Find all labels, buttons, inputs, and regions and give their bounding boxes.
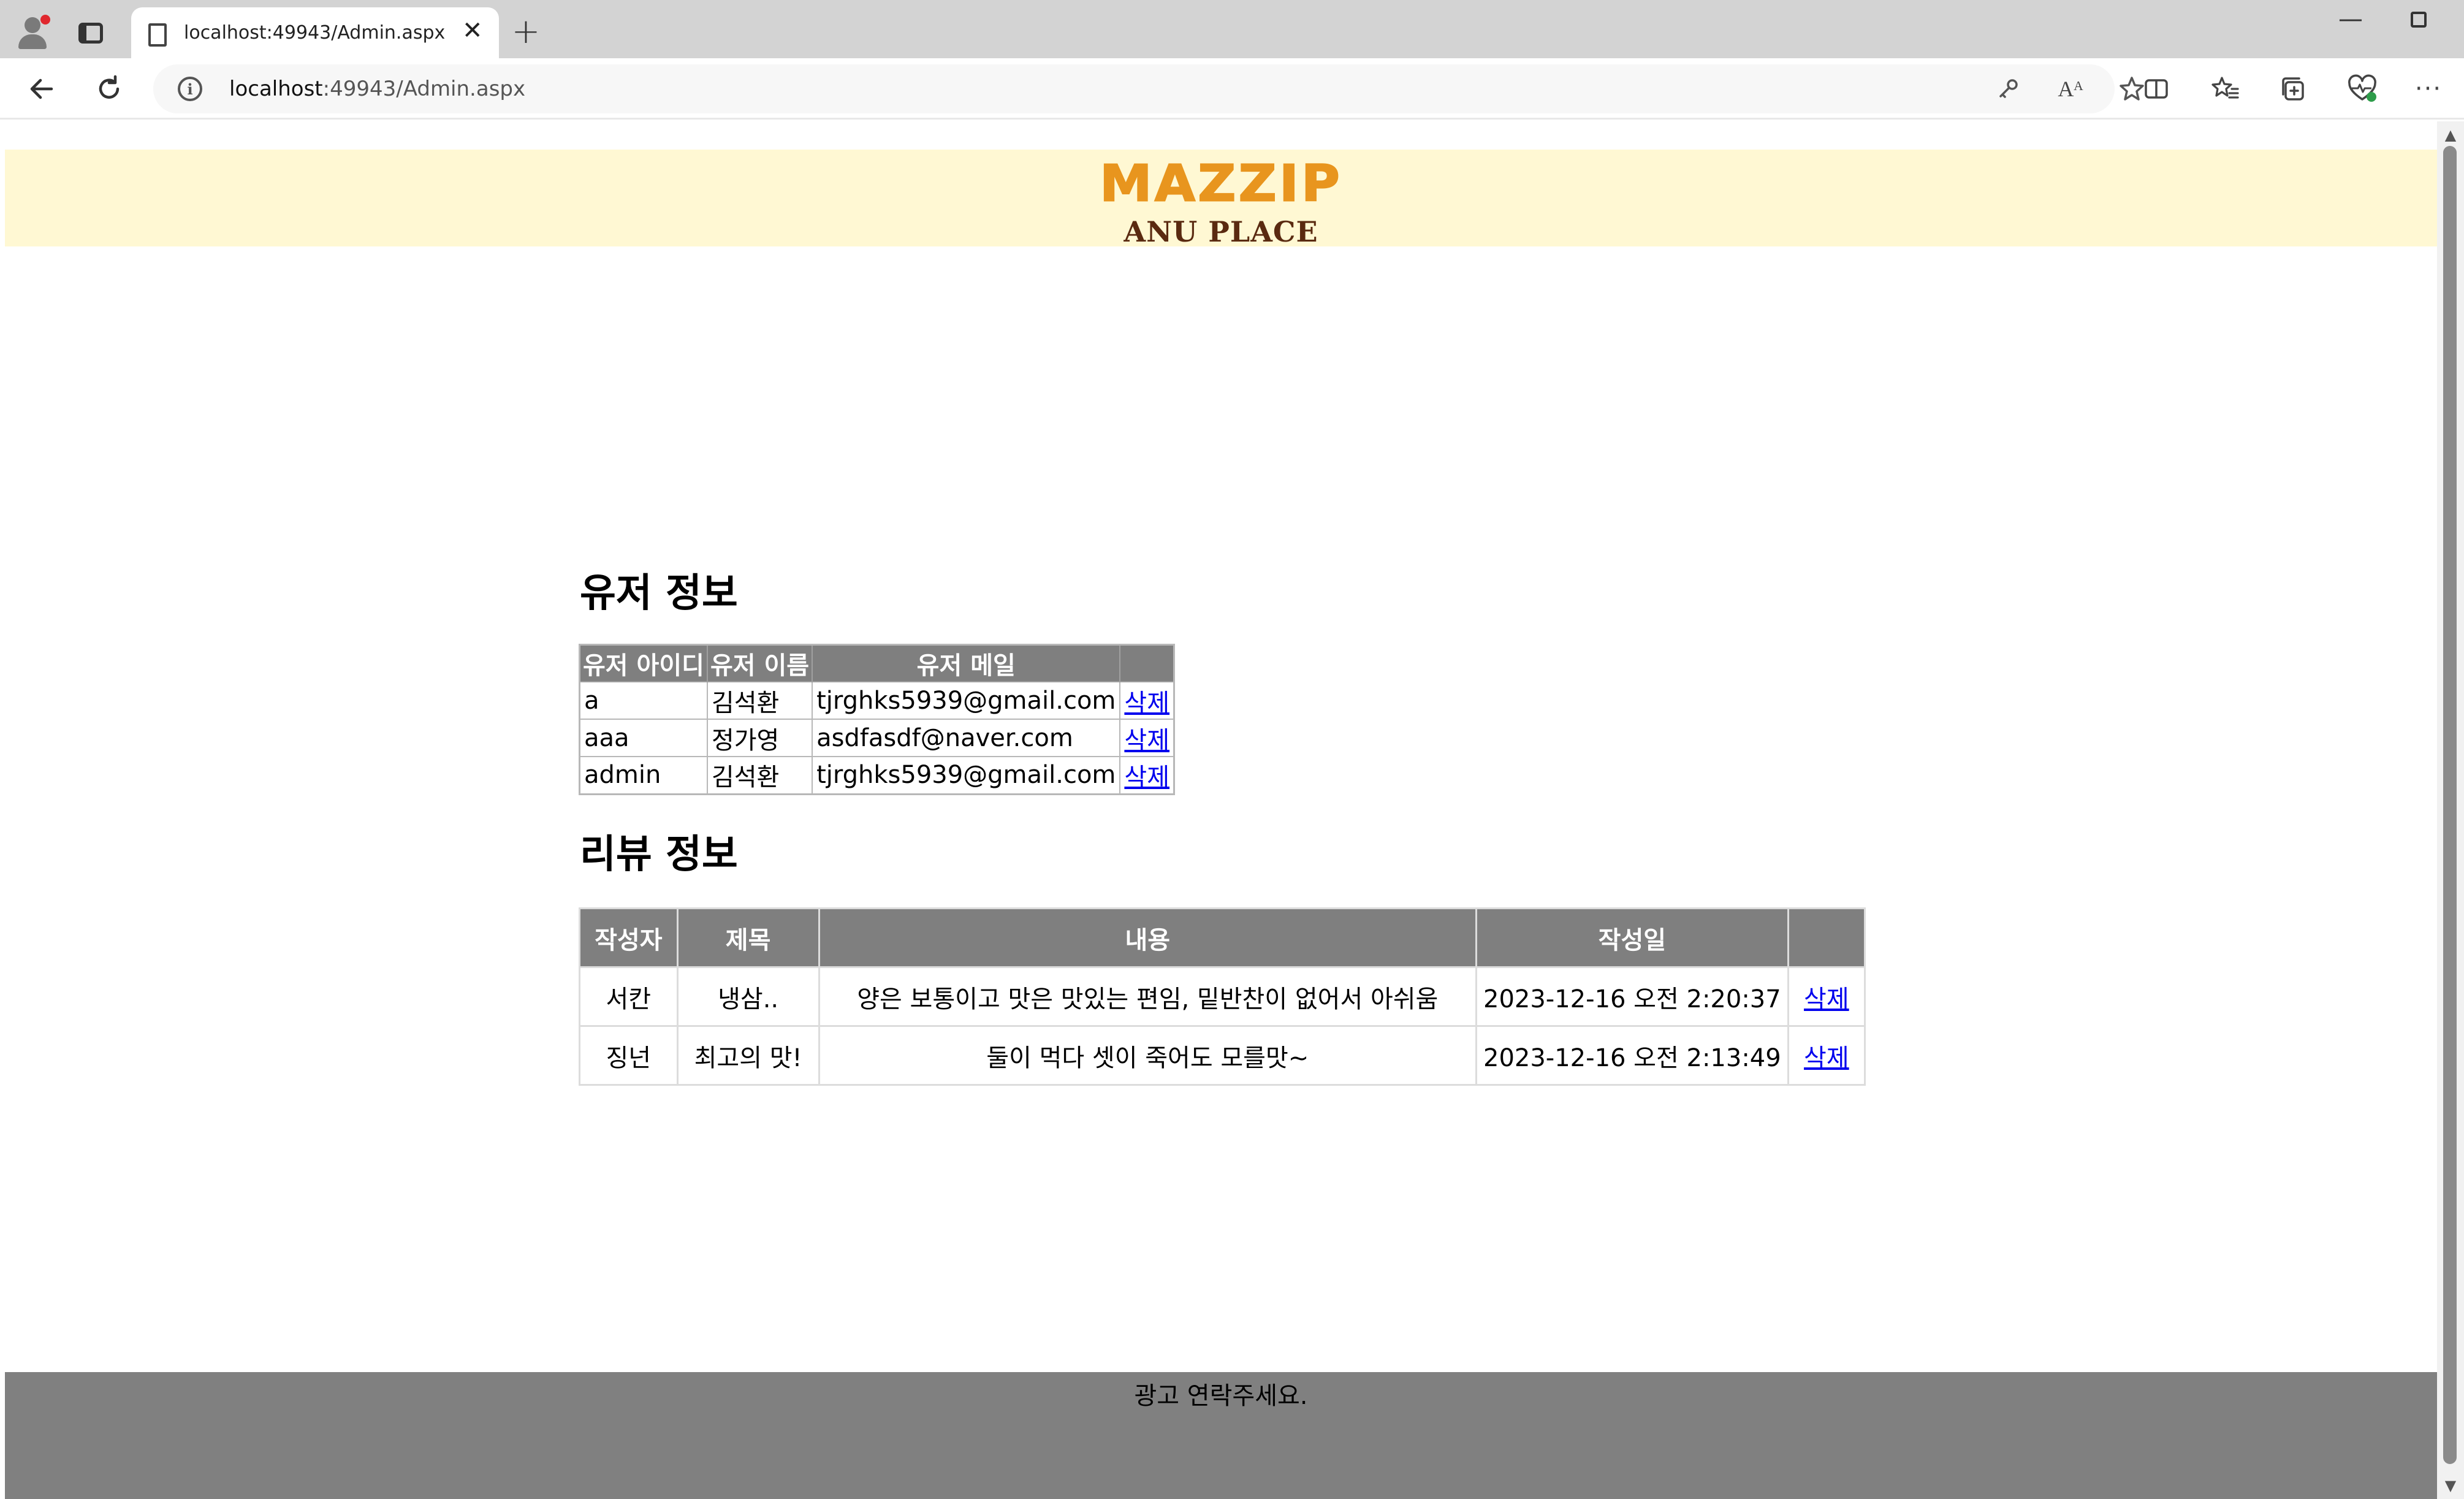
browser-tab-bar: localhost:49943/Admin.aspx ✕ + —	[0, 0, 2464, 59]
close-tab-icon[interactable]: ✕	[462, 18, 483, 43]
column-header-date: 작성일	[1475, 907, 1789, 968]
review-info-title: 리뷰 정보	[580, 832, 738, 877]
table-row: aaa 정가영 asdfasdf@naver.com 삭제	[579, 719, 1175, 757]
table-row: a 김석환 tjrghks5939@gmail.com 삭제	[579, 681, 1175, 720]
site-logo[interactable]: MAZZIP ANU PLACE	[5, 153, 2437, 249]
scroll-up-arrow-icon[interactable]: ▲	[2442, 126, 2459, 143]
delete-user-link[interactable]: 삭제	[1124, 763, 1169, 791]
profile-icon[interactable]	[13, 12, 53, 51]
user-email-cell: tjrghks5939@gmail.com	[812, 681, 1121, 720]
more-options-icon[interactable]: ···	[2411, 72, 2446, 106]
column-header-user-name: 유저 이름	[706, 644, 813, 682]
read-aloud-icon[interactable]: Aᴬ	[2053, 72, 2088, 106]
user-id-cell: admin	[579, 756, 708, 795]
review-content-cell: 둘이 먹다 셋이 죽어도 모를맛~	[818, 1025, 1478, 1086]
scroll-thumb[interactable]	[2443, 146, 2457, 1464]
password-key-icon[interactable]	[1991, 72, 2025, 106]
minimize-window-button[interactable]: —	[2335, 4, 2366, 34]
user-name-cell: 김석환	[706, 681, 813, 720]
column-header-user-id: 유저 아이디	[579, 644, 708, 682]
review-content-cell: 양은 보통이고 맛은 맛있는 편임, 밑반찬이 없어서 아쉬움	[818, 966, 1478, 1027]
user-name-cell: 정가영	[706, 719, 813, 757]
page-icon	[148, 23, 167, 47]
site-info-icon[interactable]: i	[178, 77, 202, 101]
column-header-action	[1119, 644, 1175, 682]
column-header-user-email: 유저 메일	[812, 644, 1121, 682]
browser-tab[interactable]: localhost:49943/Admin.aspx ✕	[131, 7, 499, 59]
table-row: 서칸 냉삼.. 양은 보통이고 맛은 맛있는 편임, 밑반찬이 없어서 아쉬움 …	[579, 966, 1866, 1027]
column-header-author: 작성자	[579, 907, 679, 968]
table-row: admin 김석환 tjrghks5939@gmail.com 삭제	[579, 756, 1175, 795]
table-row: 징넌 최고의 맛! 둘이 먹다 셋이 죽어도 모를맛~ 2023-12-16 오…	[579, 1025, 1866, 1086]
footer-ad-text: 광고 연락주세요.	[1134, 1382, 1308, 1410]
column-header-subject: 제목	[676, 907, 820, 968]
user-table-header: 유저 아이디 유저 이름 유저 메일	[579, 644, 1175, 682]
review-date-cell: 2023-12-16 오전 2:13:49	[1475, 1025, 1789, 1086]
user-info-title: 유저 정보	[580, 571, 738, 616]
scroll-down-arrow-icon[interactable]: ▼	[2442, 1477, 2459, 1494]
review-author-cell: 서칸	[579, 966, 679, 1027]
tab-actions-icon[interactable]	[72, 16, 109, 50]
user-name-cell: 김석환	[706, 756, 813, 795]
review-table-header: 작성자 제목 내용 작성일	[579, 907, 1866, 968]
new-tab-button[interactable]: +	[509, 15, 543, 49]
split-screen-icon[interactable]	[2139, 72, 2173, 106]
user-table: 유저 아이디 유저 이름 유저 메일 a 김석환 tjrghks5939@gma…	[579, 644, 1176, 795]
user-id-cell: a	[579, 681, 708, 720]
page-scrollbar[interactable]: ▲ ▼	[2437, 121, 2464, 1499]
logo-main-text: MAZZIP	[1099, 154, 1342, 214]
review-subject-cell: 냉삼..	[676, 966, 820, 1027]
review-author-cell: 징넌	[579, 1025, 679, 1086]
address-bar[interactable]: i localhost:49943/Admin.aspx Aᴬ	[153, 64, 2144, 113]
reload-icon[interactable]	[89, 69, 129, 109]
delete-review-link[interactable]: 삭제	[1804, 1044, 1849, 1072]
favorites-icon[interactable]	[2208, 72, 2242, 106]
logo-sub-text: ANU PLACE	[1124, 215, 1318, 248]
delete-user-link[interactable]: 삭제	[1124, 727, 1169, 755]
user-email-cell: asdfasdf@naver.com	[812, 719, 1121, 757]
delete-review-link[interactable]: 삭제	[1804, 985, 1849, 1013]
user-email-cell: tjrghks5939@gmail.com	[812, 756, 1121, 795]
browser-toolbar: i localhost:49943/Admin.aspx Aᴬ ···	[0, 58, 2464, 120]
collections-icon[interactable]	[2276, 72, 2311, 106]
browser-essentials-icon[interactable]	[2345, 72, 2379, 106]
column-header-action	[1787, 907, 1866, 968]
tab-title: localhost:49943/Admin.aspx	[184, 22, 446, 44]
delete-user-link[interactable]: 삭제	[1124, 689, 1169, 717]
column-header-content: 내용	[818, 907, 1478, 968]
review-subject-cell: 최고의 맛!	[676, 1025, 820, 1086]
url-text[interactable]: localhost:49943/Admin.aspx	[229, 77, 525, 101]
maximize-window-button[interactable]	[2406, 7, 2431, 32]
back-arrow-icon[interactable]	[22, 69, 61, 109]
user-id-cell: aaa	[579, 719, 708, 757]
review-date-cell: 2023-12-16 오전 2:20:37	[1475, 966, 1789, 1027]
site-header: MAZZIP ANU PLACE	[5, 150, 2437, 249]
page-viewport: MAZZIP ANU PLACE 유저 정보 유저 아이디 유저 이름 유저 메…	[5, 121, 2437, 1499]
site-footer: 광고 연락주세요.	[5, 1372, 2437, 1499]
review-table: 작성자 제목 내용 작성일 서칸 냉삼.. 양은 보통이고 맛은 맛있는 편임,…	[579, 907, 1866, 1086]
